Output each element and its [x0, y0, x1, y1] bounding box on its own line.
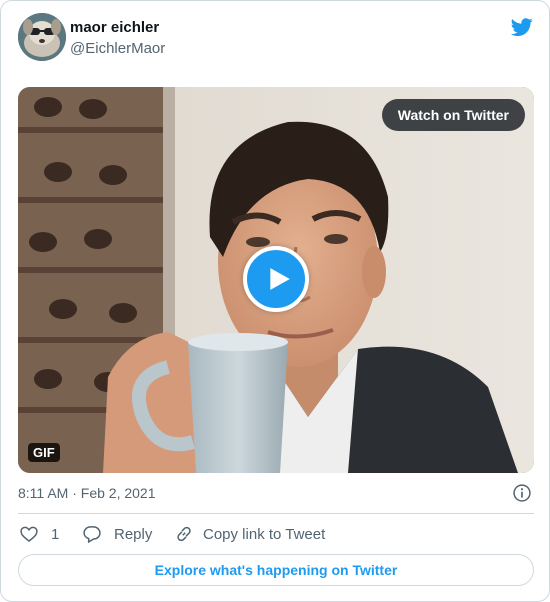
play-icon [270, 268, 290, 290]
watch-on-twitter-button[interactable]: Watch on Twitter [381, 99, 525, 131]
explore-twitter-button[interactable]: Explore what's happening on Twitter [18, 554, 534, 586]
author-handle[interactable]: @EichlerMaor [70, 40, 165, 57]
gif-badge: GIF [28, 443, 60, 462]
reply-bubble-icon [83, 526, 101, 544]
reply-button[interactable]: Reply [82, 523, 152, 545]
link-icon [177, 526, 191, 542]
author-name[interactable]: maor eichler [70, 19, 159, 36]
copy-link-label: Copy link to Tweet [203, 525, 326, 543]
tweet-meta: 8:11 AM · Feb 2, 2021 [18, 483, 534, 503]
info-icon[interactable] [512, 483, 532, 503]
play-button[interactable] [243, 246, 309, 312]
like-button[interactable]: 1 [19, 523, 59, 545]
avatar-image [18, 13, 66, 61]
tweet-media[interactable]: Watch on Twitter GIF [18, 87, 534, 473]
tweet-timestamp[interactable]: 8:11 AM · Feb 2, 2021 [18, 485, 156, 501]
embedded-tweet-card: maor eichler @EichlerMaor Watch on Twitt… [0, 0, 550, 602]
twitter-bird-icon[interactable] [510, 16, 534, 38]
like-count: 1 [51, 525, 60, 543]
reply-label: Reply [114, 525, 153, 543]
heart-icon [20, 526, 38, 543]
tweet-actions: 1 Reply Copy link to Tweet [18, 523, 534, 545]
tweet-header: maor eichler @EichlerMaor [18, 13, 534, 63]
avatar[interactable] [18, 13, 66, 61]
copy-link-button[interactable]: Copy link to Tweet [174, 523, 325, 545]
divider [18, 513, 534, 514]
